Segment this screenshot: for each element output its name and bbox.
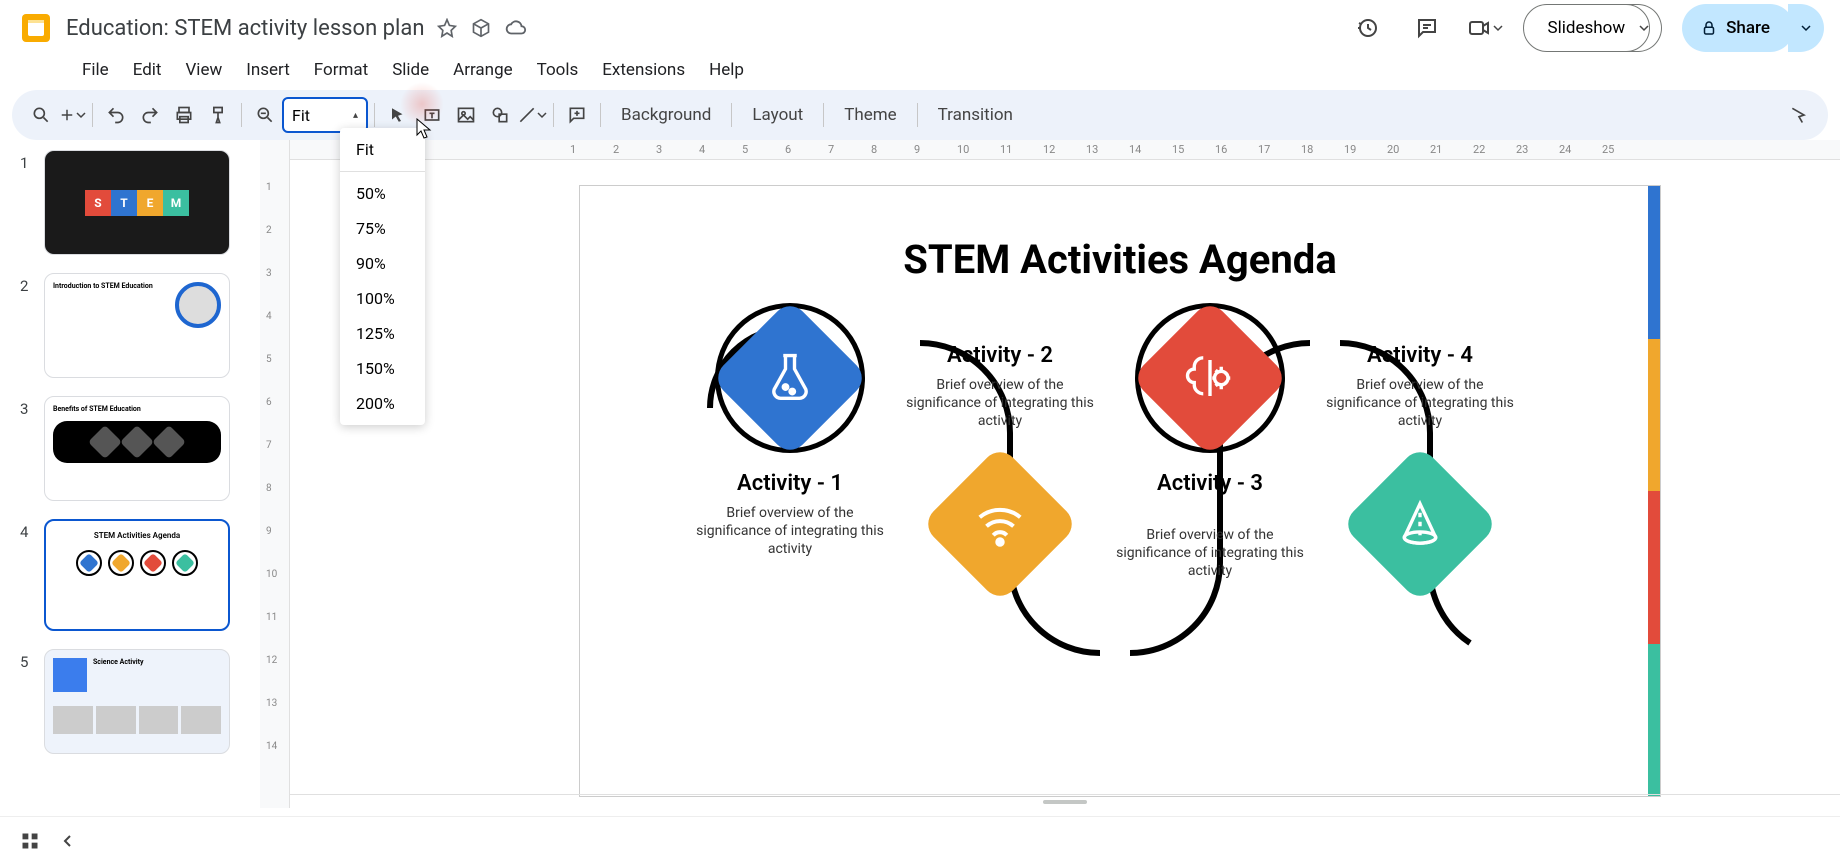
- slide-thumb-4[interactable]: STEM Activities Agenda: [44, 519, 230, 631]
- menu-edit[interactable]: Edit: [123, 56, 172, 82]
- slide-title[interactable]: STEM Activities Agenda: [580, 236, 1660, 283]
- line-tool-icon[interactable]: [517, 98, 547, 132]
- redo-icon[interactable]: [133, 98, 167, 132]
- toolbar: ▴ Background Layout Theme Transition: [12, 90, 1828, 140]
- brain-gear-icon: [1183, 351, 1237, 405]
- search-menus-icon[interactable]: [24, 98, 58, 132]
- slide-canvas[interactable]: STEM Activities Agenda: [580, 186, 1660, 796]
- activity-2-desc[interactable]: Brief overview of the significance of in…: [900, 376, 1100, 431]
- comments-icon[interactable]: [1407, 8, 1447, 48]
- horizontal-ruler: 1234567891011121314151617181920212223242…: [290, 140, 1840, 160]
- activity-2-icon: [925, 449, 1075, 599]
- slideshow-dropdown[interactable]: [1626, 4, 1662, 52]
- menu-insert[interactable]: Insert: [236, 56, 300, 82]
- background-button[interactable]: Background: [607, 99, 725, 131]
- title-bar: Education: STEM activity lesson plan Sli…: [0, 0, 1840, 56]
- menu-tools[interactable]: Tools: [527, 56, 589, 82]
- menu-slide[interactable]: Slide: [382, 56, 439, 82]
- select-tool-icon[interactable]: [381, 98, 415, 132]
- hide-menus-icon[interactable]: [1782, 98, 1816, 132]
- share-button[interactable]: Share: [1682, 4, 1794, 52]
- add-comment-icon[interactable]: [560, 98, 594, 132]
- app-logo-icon[interactable]: [16, 8, 56, 48]
- slide-editor: 1234567891011121314 12345678910111213141…: [260, 140, 1840, 808]
- zoom-option-50[interactable]: 50%: [340, 171, 425, 211]
- print-icon[interactable]: [167, 98, 201, 132]
- zoom-option-150[interactable]: 150%: [340, 351, 425, 386]
- cloud-status-icon[interactable]: [505, 17, 527, 39]
- activity-4-icon: [1345, 449, 1495, 599]
- theme-button[interactable]: Theme: [830, 99, 910, 131]
- collapse-filmstrip-icon[interactable]: [60, 833, 76, 849]
- flask-icon: [763, 351, 817, 405]
- new-slide-button[interactable]: [58, 98, 86, 132]
- slide-thumb-2[interactable]: Introduction to STEM Education: [44, 273, 230, 378]
- activity-3-icon: [1135, 303, 1285, 453]
- grid-view-icon[interactable]: [20, 831, 40, 851]
- zoom-option-200[interactable]: 200%: [340, 386, 425, 421]
- slide-thumb-3[interactable]: Benefits of STEM Education: [44, 396, 230, 501]
- menu-bar: File Edit View Insert Format Slide Arran…: [0, 56, 1840, 90]
- canvas[interactable]: STEM Activities Agenda: [290, 160, 1840, 808]
- move-icon[interactable]: [471, 18, 491, 38]
- shape-icon[interactable]: [483, 98, 517, 132]
- share-dropdown[interactable]: [1788, 4, 1824, 52]
- speaker-notes-handle[interactable]: [290, 794, 1840, 808]
- vertical-ruler: 1234567891011121314: [260, 140, 290, 808]
- zoom-option-90[interactable]: 90%: [340, 246, 425, 281]
- layout-button[interactable]: Layout: [738, 99, 817, 131]
- history-icon[interactable]: [1347, 8, 1387, 48]
- paint-format-icon[interactable]: [201, 98, 235, 132]
- slide-thumb-1[interactable]: S T E M: [44, 150, 230, 255]
- activity-3-desc[interactable]: Brief overview of the significance of in…: [1110, 526, 1310, 581]
- bottom-bar: [0, 816, 1840, 864]
- menu-file[interactable]: File: [72, 56, 119, 82]
- main-area: 1 S T E M 2 Introduction to STEM Educati…: [0, 140, 1840, 808]
- activity-4-desc[interactable]: Brief overview of the significance of in…: [1320, 376, 1520, 431]
- activity-2-title[interactable]: Activity - 2: [900, 343, 1100, 368]
- transition-button[interactable]: Transition: [924, 99, 1027, 131]
- zoom-input-field[interactable]: [292, 106, 332, 125]
- image-icon[interactable]: [449, 98, 483, 132]
- activity-1-icon: [715, 303, 865, 453]
- zoom-option-fit[interactable]: Fit: [340, 132, 425, 167]
- meet-icon[interactable]: [1467, 8, 1503, 48]
- zoom-option-100[interactable]: 100%: [340, 281, 425, 316]
- star-icon[interactable]: [437, 18, 457, 38]
- menu-extensions[interactable]: Extensions: [592, 56, 695, 82]
- slide-thumb-5[interactable]: Science Activity: [44, 649, 230, 754]
- zoom-option-75[interactable]: 75%: [340, 211, 425, 246]
- wifi-icon: [973, 497, 1027, 551]
- activity-4-title[interactable]: Activity - 4: [1320, 343, 1520, 368]
- zoom-option-125[interactable]: 125%: [340, 316, 425, 351]
- undo-icon[interactable]: [99, 98, 133, 132]
- thumb-num: 1: [20, 150, 44, 255]
- activity-3-title[interactable]: Activity - 3: [1110, 471, 1310, 496]
- zoom-stepper-icon[interactable]: ▴: [353, 110, 358, 121]
- slide-filmstrip[interactable]: 1 S T E M 2 Introduction to STEM Educati…: [0, 140, 260, 808]
- zoom-dropdown-menu: Fit 50% 75% 90% 100% 125% 150% 200%: [340, 128, 425, 425]
- menu-view[interactable]: View: [175, 56, 232, 82]
- menu-arrange[interactable]: Arrange: [443, 56, 522, 82]
- zoom-tool-icon[interactable]: [248, 98, 282, 132]
- doc-title[interactable]: Education: STEM activity lesson plan: [66, 16, 425, 41]
- cone-icon: [1393, 497, 1447, 551]
- textbox-icon[interactable]: [415, 98, 449, 132]
- activity-1-title[interactable]: Activity - 1: [690, 471, 890, 496]
- menu-format[interactable]: Format: [304, 56, 378, 82]
- activity-1-desc[interactable]: Brief overview of the significance of in…: [690, 504, 890, 559]
- menu-help[interactable]: Help: [699, 56, 754, 82]
- lock-icon: [1700, 19, 1718, 37]
- slide-color-tabs: [1648, 186, 1660, 796]
